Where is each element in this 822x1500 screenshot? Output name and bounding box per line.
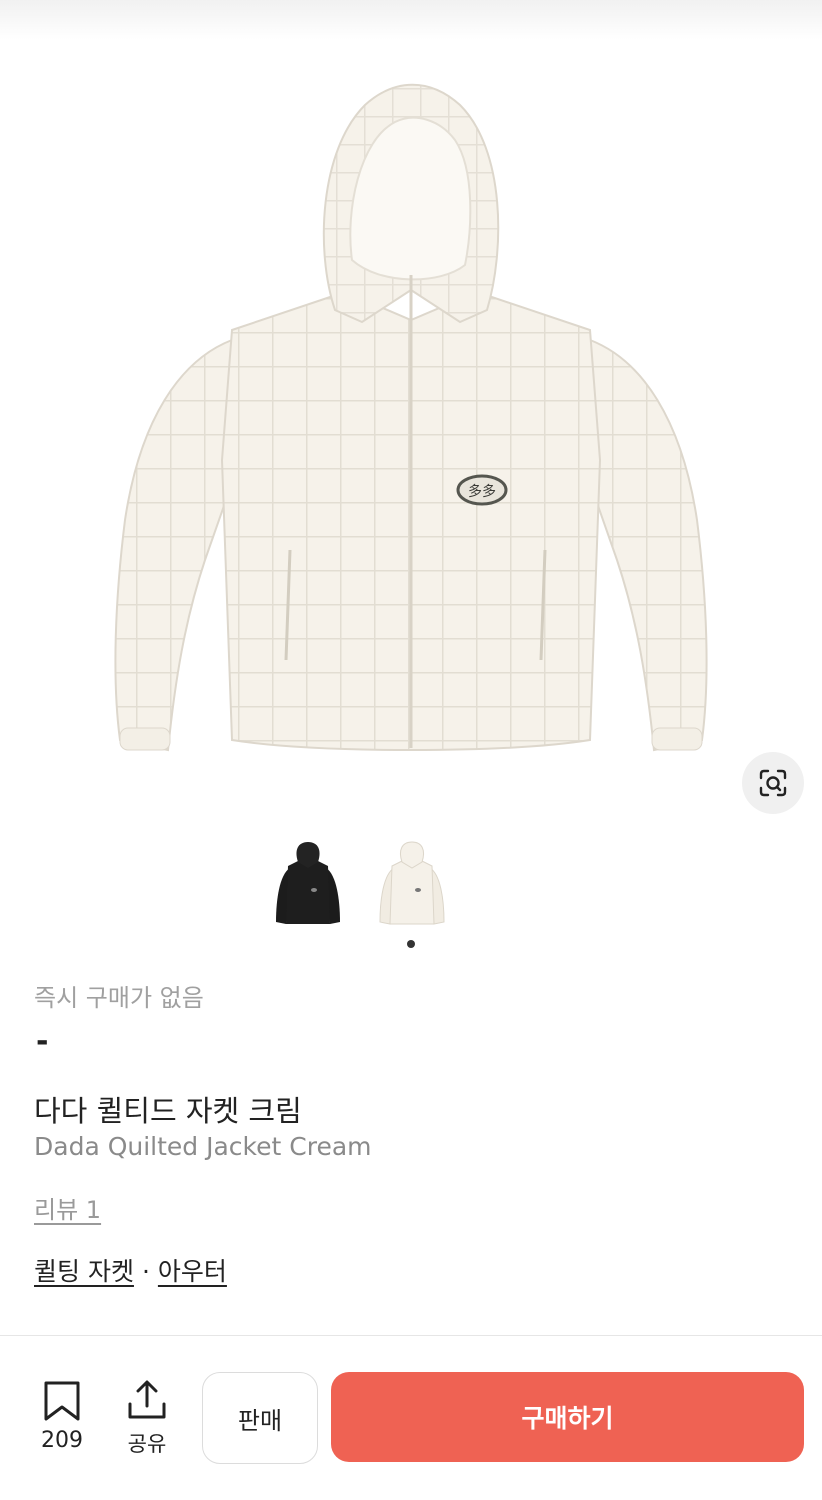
category-link-outer[interactable]: 아우터 (158, 1257, 227, 1286)
review-link[interactable]: 리뷰 1 (34, 1190, 101, 1225)
image-search-button[interactable] (742, 752, 804, 814)
thumbnail-cream[interactable] (372, 838, 462, 934)
category-links: 퀼팅 자켓 · 아우터 (34, 1252, 227, 1288)
section-divider (0, 1335, 822, 1336)
jacket-logo-text: 多多 (468, 483, 496, 500)
color-thumbnails (268, 838, 468, 938)
bookmark-icon (44, 1381, 80, 1421)
product-name-english: Dada Quilted Jacket Cream (34, 1132, 372, 1161)
product-name-korean: 다다 퀼티드 자켓 크림 (34, 1094, 302, 1128)
thumbnail-black[interactable] (268, 838, 358, 934)
lens-scan-icon (759, 769, 787, 797)
price-value: - (36, 1024, 49, 1059)
category-link-quilted-jacket[interactable]: 퀼팅 자켓 (34, 1257, 134, 1286)
wishlist-count: 209 (41, 1428, 83, 1453)
share-button[interactable]: 공유 (116, 1378, 178, 1458)
wishlist-button[interactable]: 209 (30, 1380, 94, 1460)
product-main-image[interactable]: 多多 (0, 60, 822, 820)
top-shade (0, 0, 822, 40)
share-icon (128, 1380, 166, 1419)
share-label: 공유 (127, 1432, 167, 1456)
thumbnail-indicator-dot (407, 940, 415, 948)
sell-button[interactable]: 판매 (202, 1372, 318, 1464)
category-separator: · (141, 1257, 150, 1286)
instant-purchase-label: 즉시 구매가 없음 (34, 984, 204, 1012)
buy-button[interactable]: 구매하기 (331, 1372, 804, 1462)
